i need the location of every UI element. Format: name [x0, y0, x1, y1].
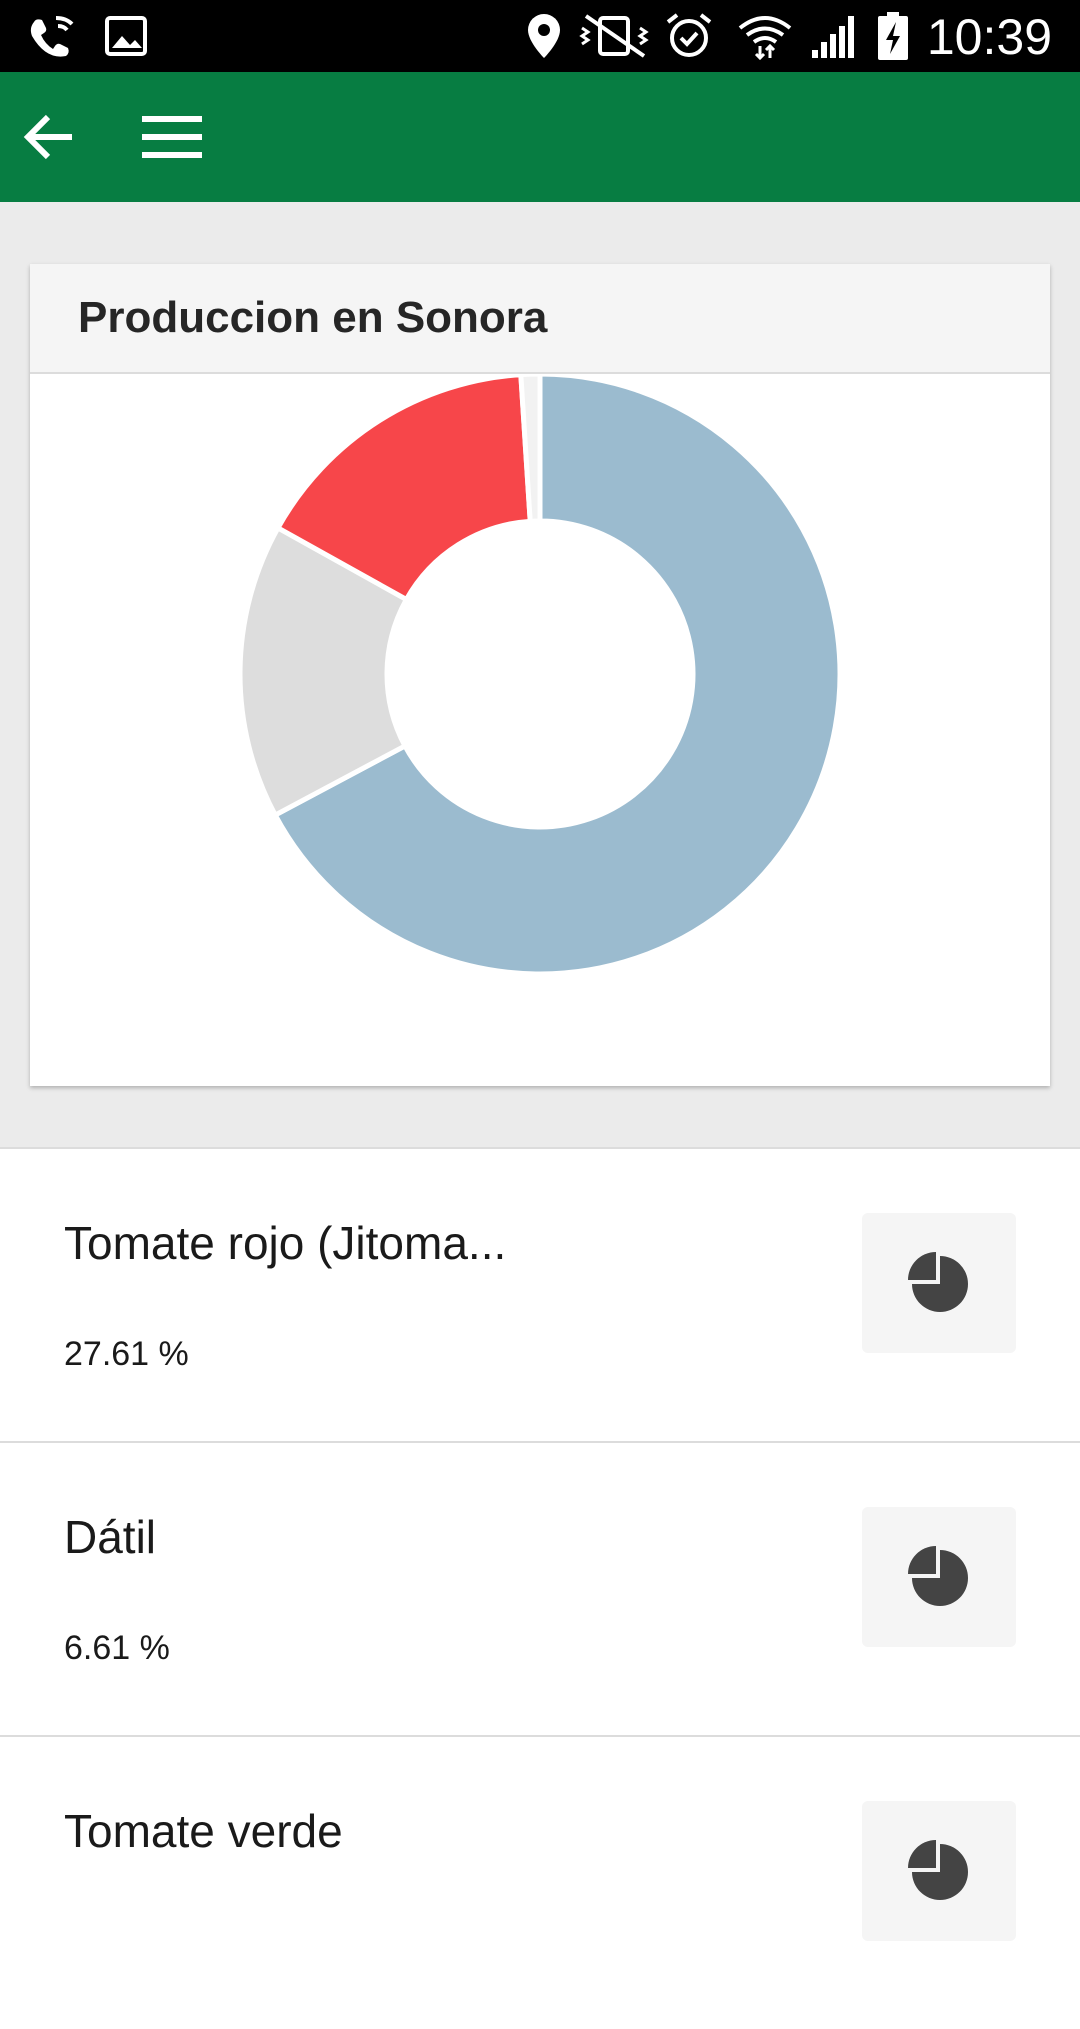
item-chart-button[interactable]	[862, 1801, 1016, 1941]
list-item: Tomate verde	[0, 1737, 1080, 2029]
menu-button[interactable]	[136, 102, 206, 172]
status-bar: 10:39	[0, 0, 1080, 72]
signal-icon	[812, 16, 854, 58]
chart-section: Produccion en Sonora	[0, 202, 1080, 1147]
pie-chart-icon	[908, 1252, 968, 1312]
alarm-icon	[666, 13, 712, 57]
list-item: Tomate rojo (Jitoma... 27.61 %	[0, 1149, 1080, 1441]
status-time: 10:39	[926, 9, 1052, 65]
list-item: Dátil 6.61 %	[0, 1443, 1080, 1735]
image-icon	[105, 16, 147, 56]
vibrate-icon	[579, 14, 649, 58]
back-button[interactable]	[14, 102, 84, 172]
item-name: Tomate rojo (Jitoma...	[64, 1217, 507, 1269]
donut-chart	[237, 374, 843, 977]
card-header: Produccion en Sonora	[30, 264, 1050, 374]
item-percent: 27.61 %	[64, 1335, 189, 1373]
battery-charging-icon	[878, 12, 908, 60]
location-icon	[528, 14, 560, 58]
back-arrow-icon	[23, 114, 72, 160]
item-chart-button[interactable]	[862, 1507, 1016, 1647]
wifi-call-icon	[30, 16, 74, 57]
app-bar	[0, 72, 1080, 202]
menu-icon	[142, 116, 202, 158]
item-name: Tomate verde	[64, 1805, 343, 1857]
card-title: Produccion en Sonora	[78, 293, 548, 342]
wifi-icon	[738, 16, 792, 60]
item-name: Dátil	[64, 1511, 157, 1563]
item-chart-button[interactable]	[862, 1213, 1016, 1353]
pie-chart-icon	[908, 1840, 968, 1900]
chart-card: Produccion en Sonora	[30, 264, 1050, 1086]
item-percent: 6.61 %	[64, 1629, 170, 1667]
pie-chart-icon	[908, 1546, 968, 1606]
